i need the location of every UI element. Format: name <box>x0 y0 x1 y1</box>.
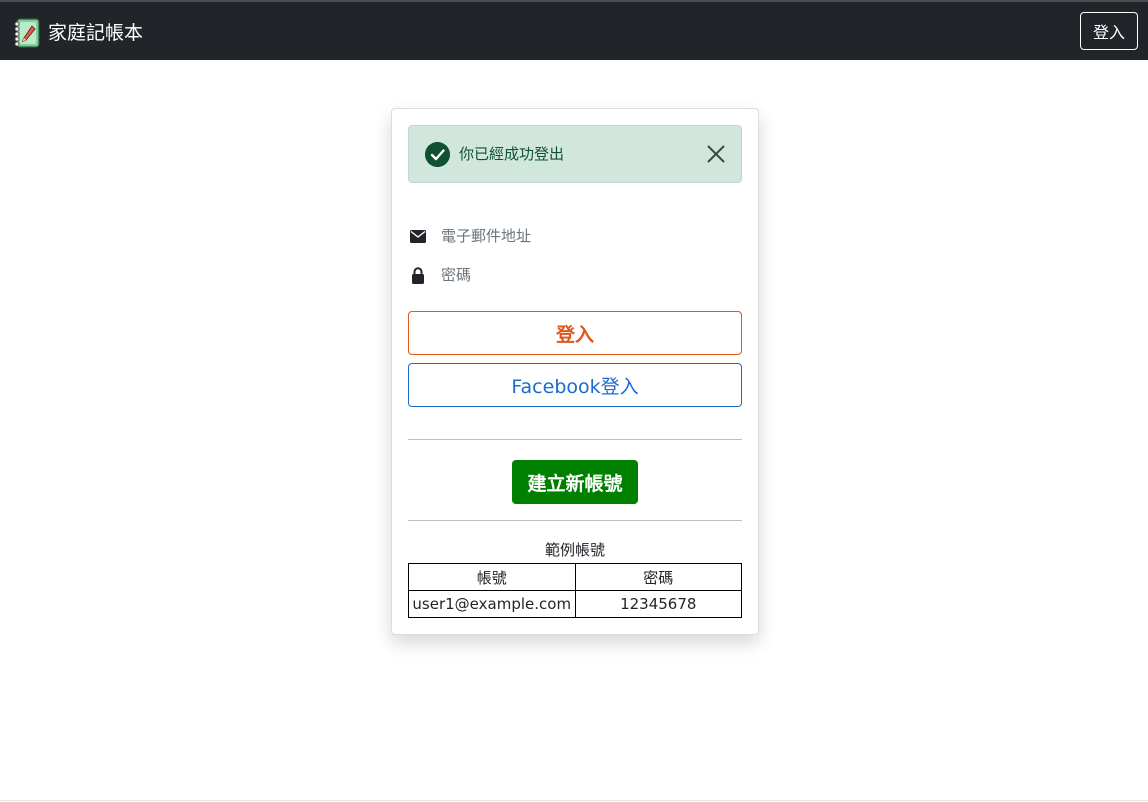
email-field-row <box>409 223 743 249</box>
sample-account-password: 12345678 <box>574 590 742 618</box>
column-header-account: 帳號 <box>408 563 576 591</box>
password-field-row <box>409 262 743 288</box>
column-header-password: 密碼 <box>574 563 742 591</box>
logout-success-alert: 你已經成功登出 <box>408 125 742 183</box>
envelope-icon <box>409 227 427 245</box>
email-input[interactable] <box>441 224 731 248</box>
sample-accounts-table: 帳號 密碼 user1@example.com 12345678 <box>408 563 742 618</box>
alert-message: 你已經成功登出 <box>459 145 565 163</box>
close-icon[interactable] <box>705 143 727 165</box>
login-card: 你已經成功登出 登入 Facebook登入 建立新帳號 範例帳號 <box>391 108 759 635</box>
table-row: user1@example.com 12345678 <box>408 590 742 618</box>
facebook-login-button[interactable]: Facebook登入 <box>408 363 742 407</box>
password-input[interactable] <box>441 263 731 287</box>
login-button[interactable]: 登入 <box>408 311 742 355</box>
page-bottom-border <box>0 800 1148 801</box>
sample-accounts-title: 範例帳號 <box>544 541 605 559</box>
divider <box>408 520 742 521</box>
sample-account-email: user1@example.com <box>408 590 576 618</box>
top-navbar: 家庭記帳本 登入 <box>0 0 1148 60</box>
divider <box>408 439 742 440</box>
navbar-login-button[interactable]: 登入 <box>1080 12 1138 50</box>
create-account-button[interactable]: 建立新帳號 <box>512 460 638 504</box>
lock-icon <box>409 266 427 284</box>
check-circle-icon <box>425 142 450 167</box>
table-header-row: 帳號 密碼 <box>408 563 742 591</box>
brand-name: 家庭記帳本 <box>48 22 144 44</box>
notebook-pen-icon <box>14 18 40 48</box>
brand-link[interactable]: 家庭記帳本 <box>13 17 143 49</box>
